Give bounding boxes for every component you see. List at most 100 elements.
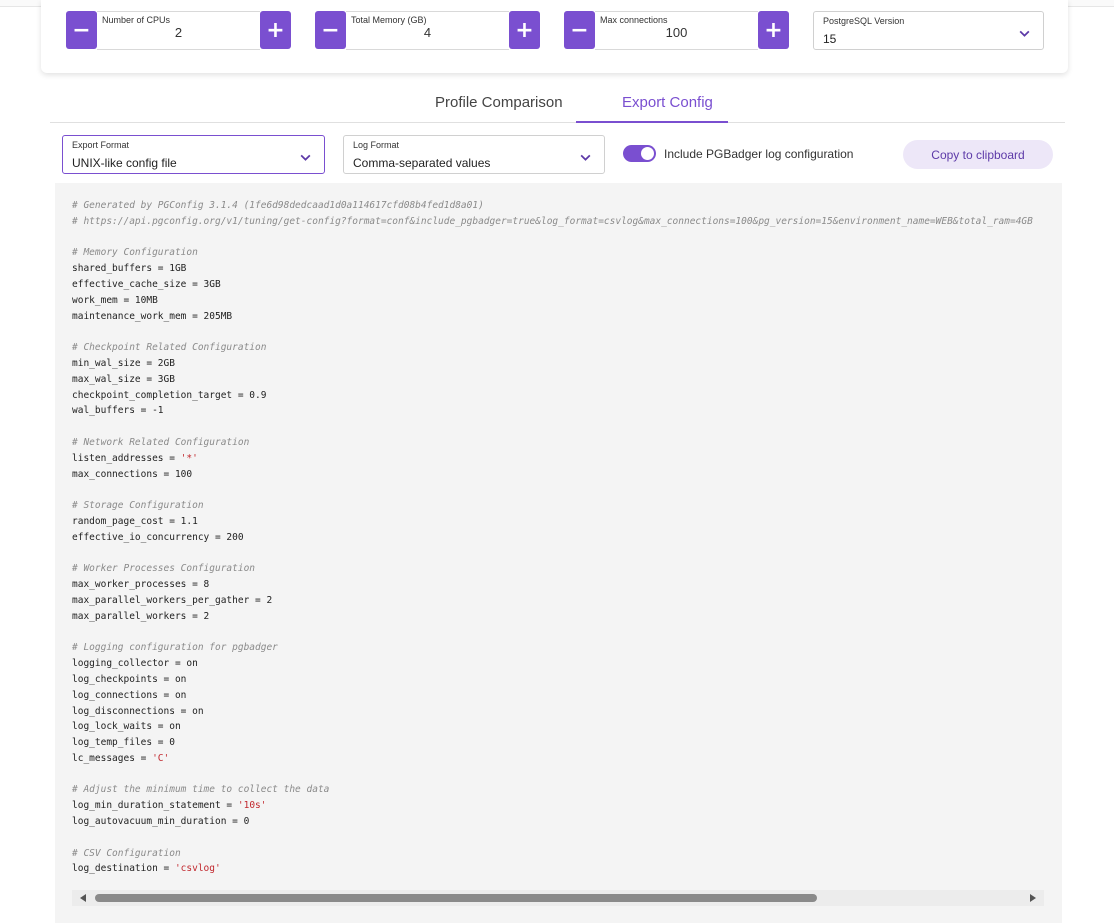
scrollbar-thumb[interactable] <box>95 894 817 902</box>
horizontal-scrollbar[interactable] <box>72 890 1044 906</box>
cpus-field[interactable]: Number of CPUs 2 <box>97 11 260 50</box>
code-text: max_parallel_workers = 2 <box>72 610 210 622</box>
pg-version-value: 15 <box>823 32 837 46</box>
code-text: random_page_cost = 1.1 <box>72 515 198 527</box>
code-line: work_mem = 10MB <box>72 293 1044 309</box>
scroll-left-icon[interactable] <box>80 894 86 902</box>
code-text: listen_addresses = <box>72 452 181 464</box>
code-line: log_disconnections = on <box>72 704 1044 720</box>
code-line: log_connections = on <box>72 688 1044 704</box>
log-format-value: Comma-separated values <box>353 156 491 170</box>
copy-to-clipboard-button[interactable]: Copy to clipboard <box>903 140 1053 169</box>
connections-increment-button[interactable]: + <box>758 11 789 49</box>
memory-field[interactable]: Total Memory (GB) 4 <box>346 11 509 50</box>
cpus-value: 2 <box>174 25 183 40</box>
export-format-select[interactable]: Export Format UNIX-like config file <box>62 135 325 174</box>
memory-label: Total Memory (GB) <box>351 15 427 25</box>
code-comment: # https://api.pgconfig.org/v1/tuning/get… <box>72 215 1033 227</box>
code-line: wal_buffers = -1 <box>72 403 1044 419</box>
code-line: effective_io_concurrency = 200 <box>72 530 1044 546</box>
chevron-down-icon <box>300 154 311 161</box>
memory-value: 4 <box>423 25 432 40</box>
code-line: min_wal_size = 2GB <box>72 356 1044 372</box>
code-text: log_min_duration_statement = <box>72 800 238 812</box>
code-line: logging_collector = on <box>72 656 1044 672</box>
cpus-decrement-button[interactable]: − <box>66 11 97 49</box>
code-comment: # Network Related Configuration <box>72 436 250 448</box>
code-line: # Storage Configuration <box>72 498 1044 514</box>
code-comment: # Logging configuration for pgbadger <box>72 642 278 654</box>
code-string: '*' <box>180 452 198 464</box>
code-text: max_parallel_workers_per_gather = 2 <box>72 594 273 606</box>
code-line: random_page_cost = 1.1 <box>72 514 1044 530</box>
code-text: work_mem = 10MB <box>72 294 158 306</box>
code-string: 'csvlog' <box>174 863 221 875</box>
code-text: max_worker_processes = 8 <box>72 579 210 591</box>
chevron-down-icon <box>580 154 591 161</box>
code-line: maintenance_work_mem = 205MB <box>72 309 1044 325</box>
export-format-label: Export Format <box>72 140 130 150</box>
code-comment: # Generated by PGConfig 3.1.4 (1fe6d98de… <box>72 200 484 211</box>
code-comment: # Adjust the minimum time to collect the… <box>72 784 330 796</box>
code-line: max_worker_processes = 8 <box>72 577 1044 593</box>
scroll-right-icon[interactable] <box>1030 894 1036 902</box>
active-tab-indicator <box>576 121 728 123</box>
tab-profile-comparison[interactable]: Profile Comparison <box>435 94 563 111</box>
code-comment: # Worker Processes Configuration <box>72 563 256 575</box>
code-line: max_wal_size = 3GB <box>72 372 1044 388</box>
config-code-block: # Generated by PGConfig 3.1.4 (1fe6d98de… <box>55 183 1062 923</box>
code-line: checkpoint_completion_target = 0.9 <box>72 388 1044 404</box>
code-text: lc_messages = <box>72 752 153 764</box>
code-text: wal_buffers = -1 <box>72 405 164 417</box>
cpus-label: Number of CPUs <box>102 15 171 25</box>
code-text: max_wal_size = 3GB <box>72 373 175 385</box>
code-line: # Checkpoint Related Configuration <box>72 340 1044 356</box>
code-line: max_parallel_workers_per_gather = 2 <box>72 593 1044 609</box>
pgbadger-toggle[interactable] <box>623 145 656 162</box>
code-text: log_connections = on <box>72 689 187 701</box>
log-format-label: Log Format <box>353 140 400 150</box>
code-text: log_temp_files = 0 <box>72 737 175 749</box>
code-line: lc_messages = 'C' <box>72 751 1044 767</box>
chevron-down-icon <box>1019 30 1030 37</box>
code-text: maintenance_work_mem = 205MB <box>72 310 233 322</box>
code-text: max_connections = 100 <box>72 468 193 480</box>
code-line: # Logging configuration for pgbadger <box>72 640 1044 656</box>
code-text: effective_cache_size = 3GB <box>72 278 221 290</box>
connections-stepper: − Max connections 100 + <box>564 11 789 50</box>
code-line: shared_buffers = 1GB <box>72 261 1044 277</box>
code-line: log_destination = 'csvlog' <box>72 861 1044 877</box>
code-string: '10s' <box>237 800 267 812</box>
connections-field[interactable]: Max connections 100 <box>595 11 758 50</box>
pg-version-label: PostgreSQL Version <box>823 16 905 26</box>
config-code: # Generated by PGConfig 3.1.4 (1fe6d98de… <box>72 198 1044 888</box>
code-line: log_lock_waits = on <box>72 719 1044 735</box>
code-line: log_min_duration_statement = '10s' <box>72 798 1044 814</box>
code-text: min_wal_size = 2GB <box>72 357 175 369</box>
code-text: log_autovacuum_min_duration = 0 <box>72 816 250 828</box>
code-comment: # Checkpoint Related Configuration <box>72 342 267 354</box>
cpus-stepper: − Number of CPUs 2 + <box>66 11 291 50</box>
code-string: 'C' <box>152 752 170 764</box>
code-line: log_temp_files = 0 <box>72 735 1044 751</box>
log-format-select[interactable]: Log Format Comma-separated values <box>343 135 605 174</box>
code-line: max_connections = 100 <box>72 467 1044 483</box>
toggle-knob <box>641 147 654 160</box>
tabs-divider <box>50 122 1065 123</box>
cpus-increment-button[interactable]: + <box>260 11 291 49</box>
code-line: effective_cache_size = 3GB <box>72 277 1044 293</box>
tab-export-config[interactable]: Export Config <box>622 94 713 111</box>
pg-version-select[interactable]: PostgreSQL Version 15 <box>813 11 1044 50</box>
code-line: # Memory Configuration <box>72 245 1044 261</box>
code-line: # CSV Configuration <box>72 846 1044 862</box>
connections-decrement-button[interactable]: − <box>564 11 595 49</box>
memory-increment-button[interactable]: + <box>509 11 540 49</box>
memory-decrement-button[interactable]: − <box>315 11 346 49</box>
code-text: shared_buffers = 1GB <box>72 263 187 275</box>
memory-stepper: − Total Memory (GB) 4 + <box>315 11 540 50</box>
